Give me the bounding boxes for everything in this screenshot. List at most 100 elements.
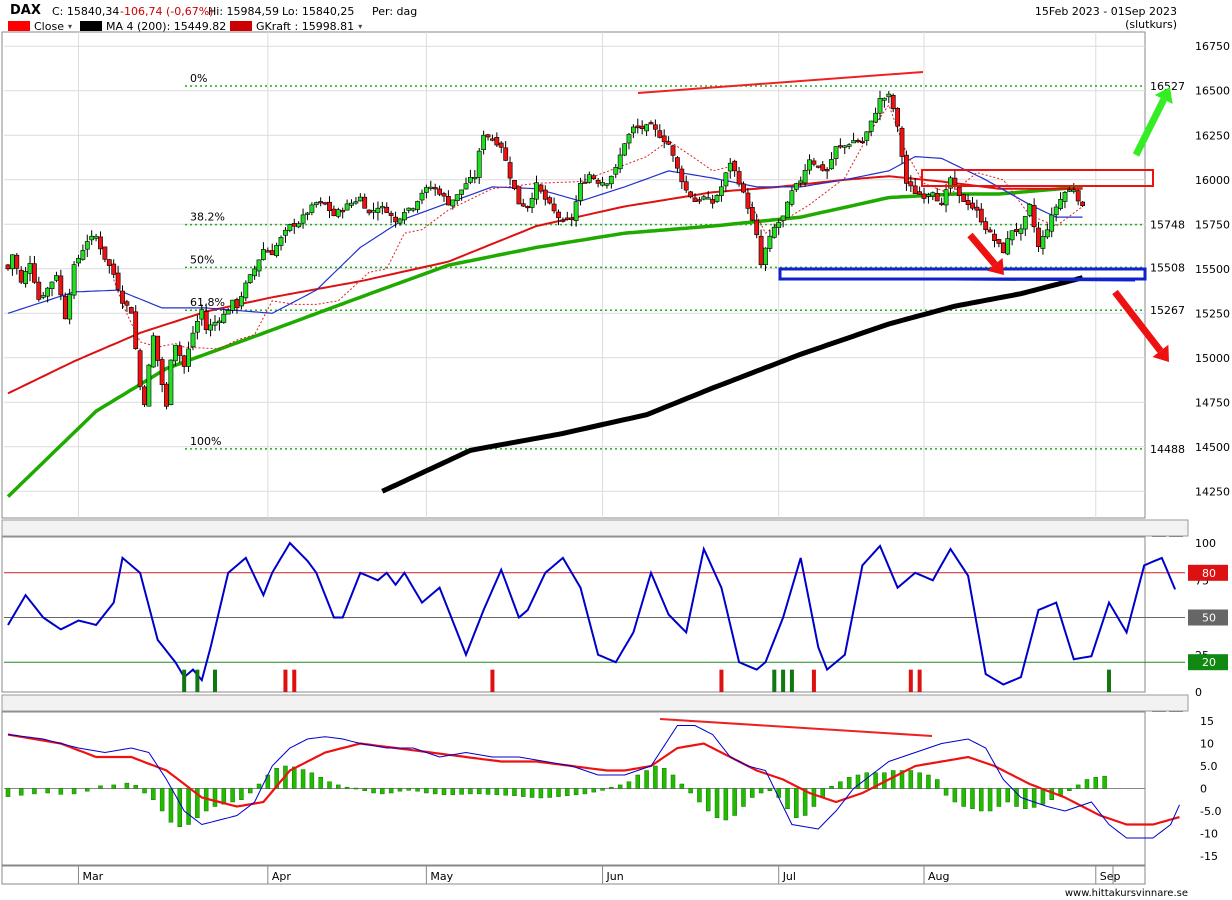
chevron-down-icon[interactable]: ▾ — [68, 22, 72, 31]
candle-body — [1036, 227, 1041, 248]
fib-price-label: 16527 — [1150, 80, 1185, 93]
green-ma-line — [6, 185, 1083, 498]
candle-body — [727, 162, 733, 172]
divergence-bar — [1093, 777, 1099, 789]
divergence-bar — [908, 770, 914, 789]
candle-body — [481, 134, 486, 150]
candle-body — [371, 210, 376, 213]
divergence-bar — [820, 788, 825, 798]
x-tick-label: May — [430, 870, 453, 883]
candle-body — [741, 183, 746, 193]
close-icon[interactable]: ✕ — [1169, 523, 1183, 537]
close-icon[interactable]: ✕ — [1169, 698, 1183, 712]
y-tick-label: 14500 — [1195, 441, 1230, 454]
candle-body — [177, 345, 183, 356]
candle-body — [322, 202, 328, 205]
chevron-down-icon[interactable]: ▾ — [358, 22, 362, 31]
divergence-bar — [1023, 788, 1028, 809]
divergence-bar — [600, 788, 605, 791]
tool-icon[interactable]: ⚒ — [1152, 698, 1166, 712]
cycle-frame — [1, 536, 1146, 693]
candle-body — [445, 196, 451, 206]
candle-body — [617, 154, 623, 170]
fib-level-label: 0% — [190, 72, 207, 85]
macd-divergence-trendline — [659, 718, 933, 737]
candle-body — [353, 201, 359, 204]
divergence-bar — [111, 784, 116, 789]
divergence-bar — [336, 784, 341, 789]
macd-y-tick: -5.0 — [1200, 805, 1221, 818]
candle-body — [120, 290, 125, 304]
legend-ma200[interactable]: MA 4 (200): 15449.82 ▾ — [80, 19, 234, 33]
candle-body — [855, 140, 861, 143]
divergence-bar — [274, 768, 279, 789]
y-tick-label: 16250 — [1195, 129, 1230, 142]
candle-body — [679, 168, 685, 183]
divergence-bar — [371, 788, 376, 794]
divergence-bar — [670, 774, 676, 789]
cycle-y-tick: 25 — [1195, 649, 1209, 662]
candle-body — [908, 181, 914, 187]
candle-body — [789, 190, 795, 205]
candle-body — [939, 202, 944, 205]
legend-close[interactable]: Close ▾ — [8, 19, 72, 33]
candle-body — [239, 296, 244, 307]
divergence-bar — [239, 788, 244, 800]
ndiv-bar — [490, 669, 495, 692]
candle-body — [388, 212, 394, 216]
divergence-bar — [1040, 788, 1046, 805]
divergence-bar — [388, 788, 394, 794]
divergence-bar — [441, 788, 447, 796]
candle-body — [375, 207, 381, 213]
candle-body — [406, 207, 412, 211]
macd-y-tick: -10 — [1200, 828, 1218, 841]
candle-body — [630, 126, 636, 134]
candle-body — [952, 177, 958, 186]
tool-icon[interactable]: ⚒ — [1152, 523, 1166, 537]
divergence-bar — [829, 786, 834, 789]
candle-body — [551, 203, 557, 212]
divergence-bar — [212, 788, 218, 807]
candle-body — [661, 135, 667, 143]
candle-body — [970, 202, 975, 209]
candle-body — [569, 217, 575, 221]
candle-body — [987, 229, 993, 233]
candle-body — [666, 141, 671, 145]
divergence-bar — [168, 788, 174, 823]
x-tick-label: Jun — [606, 870, 624, 883]
resistance-box — [921, 169, 1154, 187]
candle-body — [864, 131, 870, 141]
candle-body — [243, 282, 249, 299]
divergence-bar — [890, 770, 896, 789]
divergence-bar — [723, 788, 729, 821]
divergence-bar — [300, 769, 306, 789]
candle-body — [164, 383, 169, 407]
candle-body — [89, 235, 95, 241]
divergence-bar — [468, 788, 473, 795]
divergence-bar — [688, 788, 693, 794]
candle-body — [379, 206, 385, 209]
divergence-bar — [1049, 788, 1054, 800]
candle-body — [613, 167, 619, 175]
ema-line — [7, 733, 1180, 826]
cycle-y-tick: 50 — [1195, 612, 1209, 625]
divergence-bar — [653, 765, 658, 789]
candle-body — [128, 307, 134, 314]
down-arrow-short — [967, 232, 1004, 275]
candle-body — [820, 164, 826, 171]
up-arrow — [1132, 87, 1173, 157]
divergence-bar — [265, 774, 271, 789]
candle-body — [1062, 192, 1068, 202]
divergence-bar — [450, 788, 456, 796]
divergence-bar — [987, 788, 993, 812]
candle-body — [692, 197, 698, 202]
candle-body — [639, 125, 645, 129]
candle-body — [415, 201, 420, 210]
candle-body — [560, 219, 566, 222]
legend-gkraft[interactable]: GKraft : 15998.81 ▾ — [230, 19, 362, 33]
divergence-bar — [855, 774, 861, 789]
candle-body — [62, 295, 68, 320]
y-tick-label: 14250 — [1195, 485, 1230, 498]
candle-body — [886, 93, 892, 98]
y-tick-label: 15000 — [1195, 352, 1230, 365]
